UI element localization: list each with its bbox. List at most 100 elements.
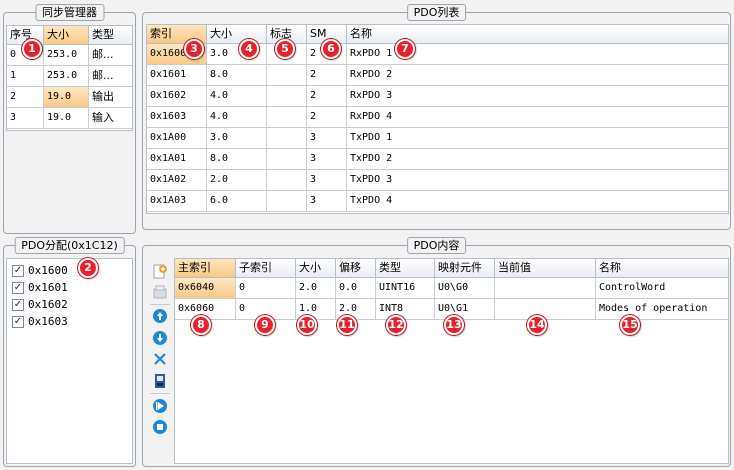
pdo-cell-flag [267, 191, 307, 212]
sm-col-size[interactable]: 大小 [44, 26, 89, 45]
callout-badge: 5 [275, 39, 295, 59]
pdo-list-title: PDO列表 [406, 4, 467, 21]
content-col-size[interactable]: 大小 [296, 259, 336, 278]
pdo-list-group: PDO列表 索引 大小 标志 SM 名称 0x1600 3.0 2 RxPDO 1 0x… [142, 4, 731, 230]
pdo-cell-sm: 3 [307, 170, 347, 191]
content-col-sub-index[interactable]: 子索引 [236, 259, 296, 278]
pdo-cell-sm: 3 [307, 149, 347, 170]
content-cell-name: ControlWord [596, 278, 728, 299]
save-icon[interactable] [152, 373, 168, 389]
pdo-cell-size: 8.0 [207, 149, 267, 170]
content-cell-current-value[interactable] [495, 299, 596, 320]
sm-col-type[interactable]: 类型 [89, 26, 132, 45]
callout-badge: 12 [386, 315, 406, 335]
content-cell-main-index: 0x6040 [175, 278, 236, 299]
pdo-cell-size: 8.0 [207, 65, 267, 86]
sm-cell-size: 19.0 [44, 108, 89, 129]
add-icon[interactable] [152, 264, 168, 280]
callout-badge: 11 [337, 315, 357, 335]
toolbar-separator [150, 393, 170, 394]
callout-badge: 14 [527, 315, 547, 335]
pdo-cell-index: 0x1601 [147, 65, 207, 86]
pdo-cell-name: RxPDO 4 [347, 107, 728, 128]
pdo-cell-flag [267, 65, 307, 86]
pdo-cell-index: 0x1A00 [147, 128, 207, 149]
pdo-cell-size: 3.0 [207, 128, 267, 149]
sm-cell-index: 3 [7, 108, 44, 129]
content-col-mapped-device[interactable]: 映射元件 [435, 259, 495, 278]
callout-badge: 1 [22, 39, 42, 59]
content-col-main-index[interactable]: 主索引 [175, 259, 236, 278]
checkbox-0x1602[interactable]: ✓ [12, 299, 24, 311]
pdo-content-table[interactable]: 主索引 子索引 大小 偏移 类型 映射元件 当前值 名称 0x6040 0 2.0 0… [174, 258, 729, 464]
pdo-assign-group: PDO分配(0x1C12) ✓ 0x1600 ✓ 0x1601 ✓ 0x1602… [3, 237, 136, 467]
content-col-name[interactable]: 名称 [596, 259, 728, 278]
pdo-list-table[interactable]: 索引 大小 标志 SM 名称 0x1600 3.0 2 RxPDO 1 0x1601 8.… [146, 24, 729, 214]
content-cell-offset: 0.0 [336, 278, 376, 299]
pdo-cell-size: 4.0 [207, 86, 267, 107]
content-cell-type: INT8 [376, 299, 435, 320]
pdo-content-title: PDO内容 [406, 237, 467, 254]
sm-cell-size: 253.0 [44, 66, 89, 87]
content-col-current-value[interactable]: 当前值 [495, 259, 596, 278]
sm-cell-type: 邮... [89, 45, 132, 66]
checkbox-0x1601[interactable]: ✓ [12, 282, 24, 294]
pdo-assign-list: ✓ 0x1600 ✓ 0x1601 ✓ 0x1602 ✓ 0x1603 [6, 258, 133, 464]
stop-icon[interactable] [152, 419, 168, 435]
pdo-cell-sm: 2 [307, 86, 347, 107]
pdo-cell-flag [267, 170, 307, 191]
callout-badge: 6 [321, 39, 341, 59]
sm-cell-size: 253.0 [44, 45, 89, 66]
delete-icon[interactable] [152, 351, 168, 367]
play-icon[interactable] [152, 398, 168, 414]
toolbar-separator [150, 304, 170, 305]
pdo-cell-size: 4.0 [207, 107, 267, 128]
pdo-cell-sm: 3 [307, 191, 347, 212]
sm-cell-index: 2 [7, 87, 44, 108]
callout-badge: 9 [255, 315, 275, 335]
copy-icon[interactable] [152, 285, 168, 301]
pdo-cell-flag [267, 149, 307, 170]
pdo-cell-index: 0x1A03 [147, 191, 207, 212]
content-cell-sub-index: 0 [236, 278, 296, 299]
callout-badge: 7 [395, 39, 415, 59]
sm-cell-type: 输出 [89, 87, 132, 108]
sm-cell-index: 1 [7, 66, 44, 87]
content-cell-name: Modes of operation [596, 299, 728, 320]
pdo-cell-index: 0x1A01 [147, 149, 207, 170]
pdo-cell-size: 2.0 [207, 170, 267, 191]
sm-cell-type: 输入 [89, 108, 132, 129]
pdo-cell-name: TxPDO 4 [347, 191, 728, 212]
move-up-icon[interactable] [152, 308, 168, 324]
callout-badge: 4 [239, 39, 259, 59]
pdo-cell-flag [267, 128, 307, 149]
checkbox-0x1603[interactable]: ✓ [12, 316, 24, 328]
pdo-cell-sm: 2 [307, 107, 347, 128]
pdo-col-size[interactable]: 大小 [207, 25, 267, 44]
pdo-assign-title: PDO分配(0x1C12) [14, 237, 125, 254]
content-cell-current-value[interactable] [495, 278, 596, 299]
pdo-cell-name: TxPDO 1 [347, 128, 728, 149]
callout-badge: 10 [297, 315, 317, 335]
sm-cell-type: 邮... [89, 66, 132, 87]
content-cell-mapped-device: U0\G1 [435, 299, 495, 320]
pdo-cell-index: 0x1603 [147, 107, 207, 128]
content-col-offset[interactable]: 偏移 [336, 259, 376, 278]
list-item-label: 0x1603 [28, 315, 68, 328]
checkbox-0x1600[interactable]: ✓ [12, 265, 24, 277]
pdo-cell-index: 0x1602 [147, 86, 207, 107]
sm-cell-size: 19.0 [44, 87, 89, 108]
pdo-cell-name: RxPDO 3 [347, 86, 728, 107]
pdo-cell-size: 6.0 [207, 191, 267, 212]
content-cell-size: 2.0 [296, 278, 336, 299]
pdo-cell-index: 0x1A02 [147, 170, 207, 191]
pdo-cell-sm: 3 [307, 128, 347, 149]
content-col-type[interactable]: 类型 [376, 259, 435, 278]
list-item-label: 0x1601 [28, 281, 68, 294]
callout-badge: 3 [184, 39, 204, 59]
list-item-label: 0x1600 [28, 264, 68, 277]
callout-badge: 2 [78, 258, 98, 278]
pdo-cell-name: TxPDO 2 [347, 149, 728, 170]
pdo-cell-flag [267, 86, 307, 107]
move-down-icon[interactable] [152, 330, 168, 346]
